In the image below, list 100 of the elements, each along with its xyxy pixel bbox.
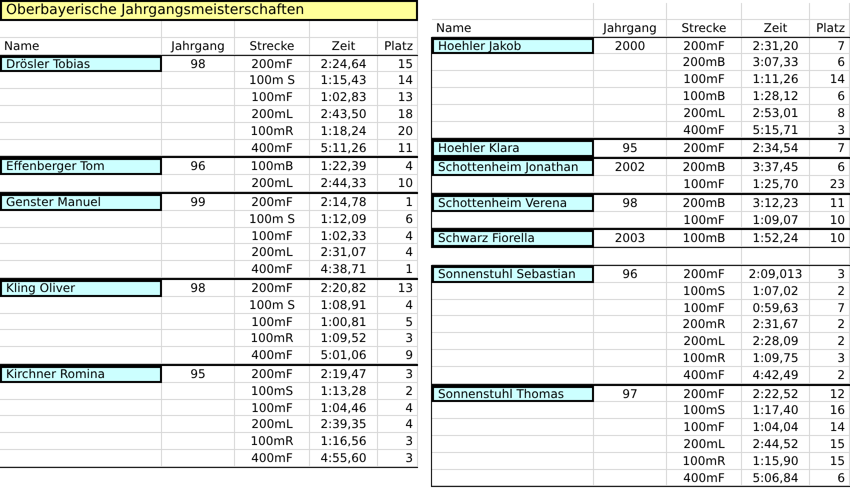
table-cell: 4 [378, 296, 418, 314]
table-cell: 1:00,81 [310, 314, 378, 330]
table-cell: 200mB [667, 194, 742, 212]
table-cell: 200mL [667, 436, 742, 453]
table-cell: 6 [810, 470, 850, 486]
table-cell: 1:18,24 [310, 122, 378, 140]
table-cell: 200mF [667, 386, 742, 402]
table-cell: 2 [810, 282, 850, 300]
table-cell: 1:13,28 [310, 382, 378, 400]
table-cell: 5:11,26 [310, 140, 378, 156]
table-cell: 1:09,52 [310, 330, 378, 348]
table-cell: 16 [810, 402, 850, 420]
table-cell: 1:15,90 [742, 452, 810, 470]
table-cell: 10 [810, 230, 850, 248]
table-cell: 200mL [235, 175, 310, 192]
table-cell: 400mF [235, 261, 310, 278]
table-cell: 2 [378, 382, 418, 400]
empty-cell [378, 21, 418, 38]
table-cell: 100mR [235, 433, 310, 450]
table-cell: 4:55,60 [310, 450, 378, 467]
table-cell: 400mF [667, 366, 742, 384]
athlete-name-cell: Schottenheim Verena [432, 194, 594, 212]
table-cell: 2:20,82 [310, 280, 378, 297]
table-cell: 1:04,04 [742, 419, 810, 436]
table-cell: 100mF [235, 400, 310, 416]
table-cell: 1:09,07 [742, 212, 810, 228]
table-cell: 11 [810, 194, 850, 212]
athlete-name-cell: Sonnenstuhl Thomas [432, 386, 594, 402]
table-cell: 100mS [667, 282, 742, 300]
table-cell: 200mB [667, 159, 742, 176]
table-cell: 100mF [667, 419, 742, 436]
table-cell: 200mF [235, 56, 310, 72]
column-header: Strecke [667, 20, 742, 37]
table-cell: 3:12,23 [742, 194, 810, 212]
athlete-name-cell: Hoehler Jakob [432, 38, 594, 54]
table-cell: 1:15,43 [310, 72, 378, 90]
column-header: Jahrgang [162, 38, 235, 55]
table-cell: 1:22,39 [310, 158, 378, 176]
table-cell: 100mF [667, 300, 742, 316]
column-header: Name [0, 38, 162, 55]
table-cell: 20 [378, 122, 418, 140]
table-cell: 3 [378, 450, 418, 467]
table-cell: 23 [810, 176, 850, 193]
table-cell: 4 [378, 416, 418, 434]
table-cell: 2:19,47 [310, 366, 378, 383]
athlete-name-cell: Kling Oliver [0, 280, 162, 297]
table-cell: 98 [594, 194, 667, 212]
column-header: Platz [810, 20, 850, 37]
table-cell: 200mF [235, 280, 310, 297]
table-cell: 96 [594, 266, 667, 283]
table-cell: 2:43,50 [310, 106, 378, 123]
table-cell: 5:15,71 [742, 122, 810, 138]
athlete-name-cell: Drösler Tobias [0, 56, 162, 72]
empty-cell [310, 21, 378, 38]
table-cell: 2:31,20 [742, 38, 810, 54]
table-cell: 4:38,71 [310, 261, 378, 278]
table-cell: 7 [810, 140, 850, 158]
table-cell: 12 [810, 386, 850, 402]
table-cell: 200mF [235, 366, 310, 383]
table-cell: 14 [810, 71, 850, 88]
table-cell: 6 [810, 88, 850, 105]
table-cell: 15 [810, 452, 850, 470]
table-cell: 100mB [667, 230, 742, 248]
table-cell: 100mR [667, 350, 742, 367]
table-cell: 1:11,26 [742, 71, 810, 88]
table-cell: 3:07,33 [742, 54, 810, 72]
table-cell: 2000 [594, 38, 667, 54]
column-header: Zeit [310, 38, 378, 55]
table-cell: 1:08,91 [310, 296, 378, 314]
athlete-name-cell: Sonnenstuhl Sebastian [432, 266, 594, 283]
table-cell: 14 [810, 419, 850, 436]
table-cell: 100mF [667, 71, 742, 88]
table-cell: 13 [378, 89, 418, 106]
table-cell: 3 [378, 433, 418, 450]
table-cell: 3 [378, 366, 418, 383]
column-header: Name [432, 20, 594, 37]
table-cell: 200mF [235, 194, 310, 211]
table-cell: 2 [810, 366, 850, 384]
column-header: Jahrgang [594, 20, 667, 37]
athlete-name-cell: Genster Manuel [0, 194, 162, 211]
table-cell: 8 [810, 104, 850, 122]
table-cell: 2:24,64 [310, 56, 378, 72]
table-cell: 2:09,013 [742, 266, 810, 283]
table-cell: 11 [378, 140, 418, 156]
athlete-name-cell: Schwarz Fiorella [432, 230, 594, 248]
table-cell: 7 [810, 300, 850, 316]
table-cell: 1:52,24 [742, 230, 810, 248]
table-cell: 10 [810, 212, 850, 228]
table-cell: 400mF [235, 450, 310, 467]
table-cell: 400mF [667, 122, 742, 138]
table-cell: 100mF [235, 89, 310, 106]
table-cell: 200mL [235, 244, 310, 262]
table-cell: 100mF [667, 176, 742, 193]
athlete-name-cell: Effenberger Tom [0, 158, 162, 176]
table-cell: 1:09,75 [742, 350, 810, 367]
table-cell: 2:44,52 [742, 436, 810, 453]
empty-cell [810, 3, 850, 20]
table-cell: 13 [378, 280, 418, 297]
table-cell: 200mF [667, 140, 742, 158]
table-cell: 4 [378, 400, 418, 416]
